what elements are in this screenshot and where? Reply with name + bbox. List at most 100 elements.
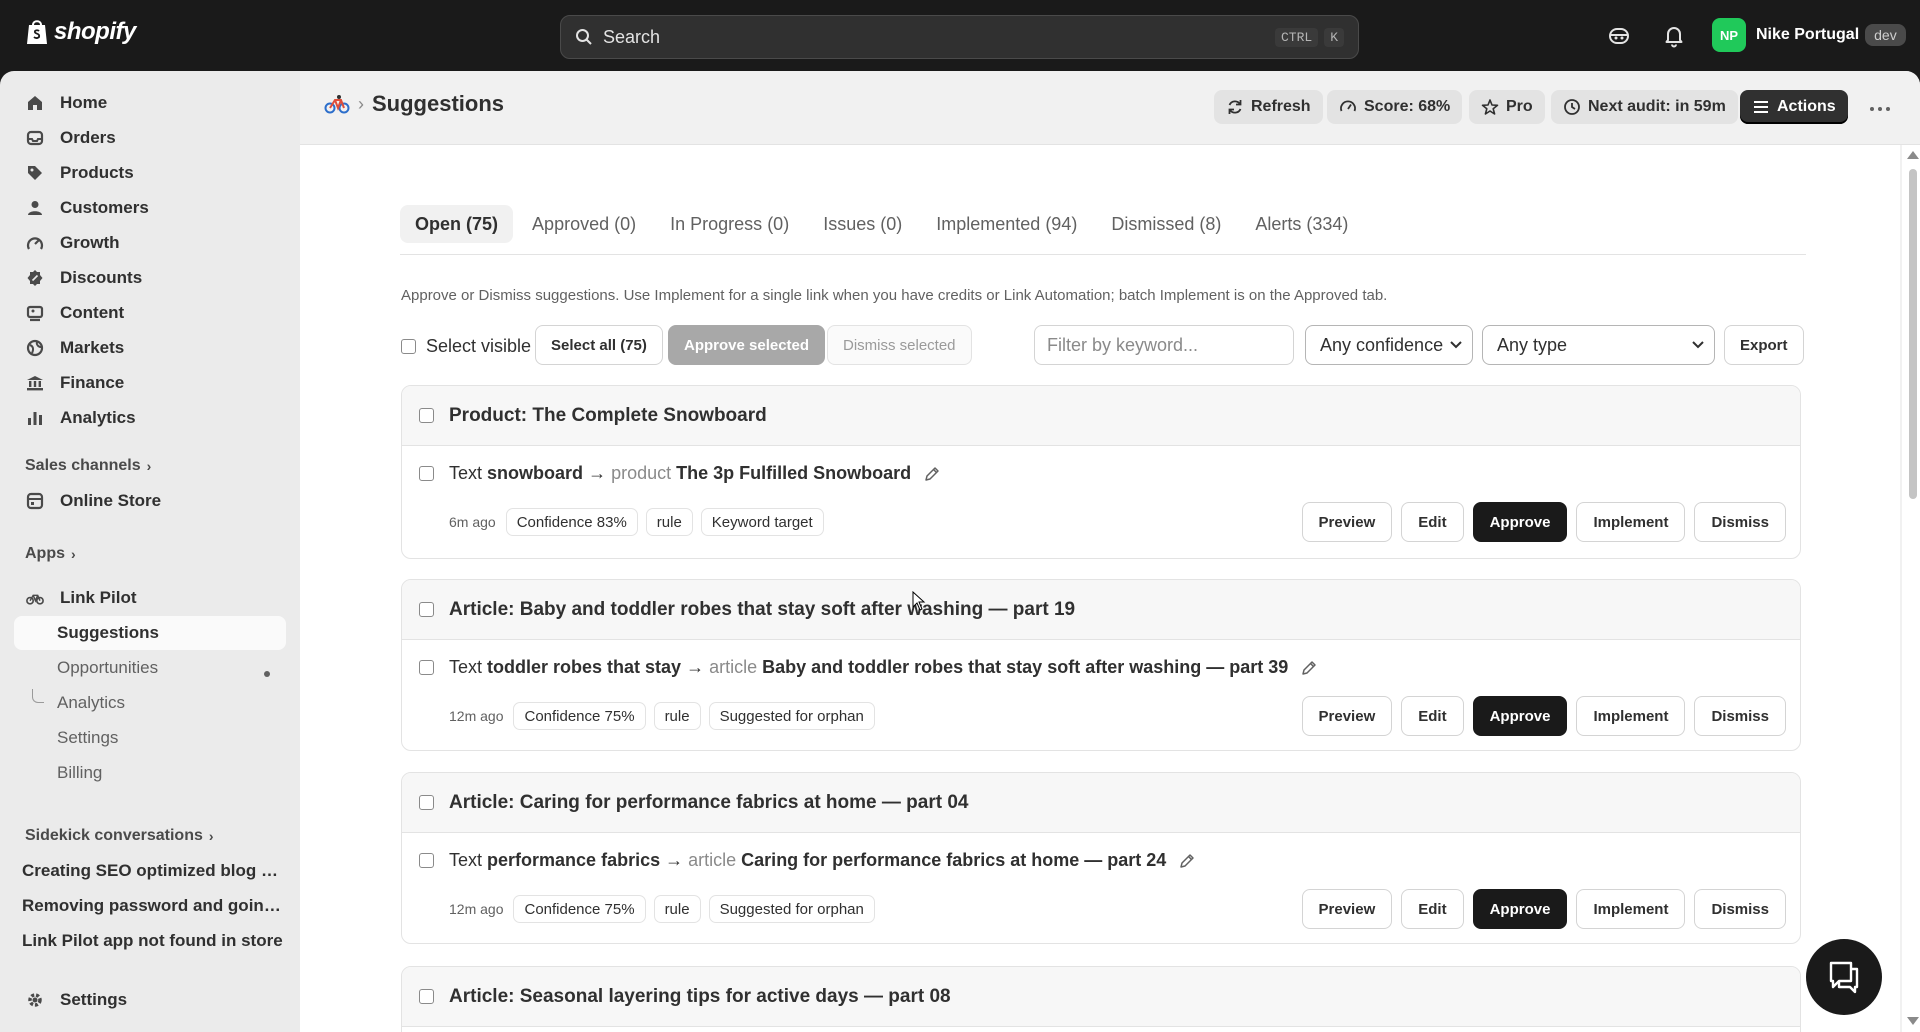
approve-selected-button[interactable]: Approve selected <box>668 325 826 365</box>
sidebar-subitem-analytics[interactable]: Analytics <box>14 686 286 720</box>
bell-icon[interactable] <box>1662 24 1686 48</box>
edit-button[interactable]: Edit <box>1401 696 1464 736</box>
chat-button[interactable] <box>1806 939 1882 1015</box>
scrollbar[interactable] <box>1902 145 1920 1032</box>
pencil-icon[interactable] <box>923 465 941 483</box>
user-menu[interactable]: NP Nike Portugal dev <box>1712 18 1906 52</box>
arrow: → <box>665 850 684 870</box>
sidebar-item-home[interactable]: Home <box>14 86 286 120</box>
target-title[interactable]: Baby and toddler robes that stay soft af… <box>762 657 1288 678</box>
conversation-item[interactable]: Link Pilot app not found in store <box>22 931 284 951</box>
suggestion-description: Text snowboard → product The 3p Fulfille… <box>449 463 941 484</box>
sidebar-item-orders[interactable]: Orders <box>14 121 286 155</box>
conversation-item[interactable]: Removing password and going... <box>22 896 284 916</box>
sidebar-item-growth[interactable]: Growth <box>14 226 286 260</box>
refresh-button[interactable]: Refresh <box>1214 90 1323 124</box>
refresh-label: Refresh <box>1251 98 1311 115</box>
sidebar-subitem-billing[interactable]: Billing <box>14 756 286 790</box>
suggestion-checkbox[interactable] <box>419 660 434 675</box>
conversation-item[interactable]: Creating SEO optimized blog p... <box>22 861 284 881</box>
sidebar-subitem-suggestions[interactable]: Suggestions <box>14 616 286 650</box>
dismiss-button[interactable]: Dismiss <box>1694 502 1786 542</box>
type-select[interactable]: Any type <box>1482 325 1715 365</box>
preview-button[interactable]: Preview <box>1301 696 1393 736</box>
sales-channels-header[interactable]: Sales channels › <box>25 457 151 475</box>
bike-icon <box>26 594 44 605</box>
suggestion-checkbox[interactable] <box>419 853 434 868</box>
scroll-up-arrow[interactable] <box>1907 151 1919 159</box>
sidebar-item-content[interactable]: Content <box>14 296 286 330</box>
next-audit-label: Next audit: in 59m <box>1588 98 1726 115</box>
sidebar-item-analytics[interactable]: Analytics <box>14 401 286 435</box>
keyword-filter-input[interactable] <box>1034 325 1294 365</box>
apps-header[interactable]: Apps › <box>25 545 76 563</box>
target-title[interactable]: The 3p Fulfilled Snowboard <box>676 463 911 484</box>
sidebar-item-settings[interactable]: Settings <box>14 983 286 1017</box>
preview-button[interactable]: Preview <box>1301 889 1393 929</box>
sidebar-item-label: Analytics <box>60 408 136 427</box>
link-pilot-app-icon[interactable] <box>324 93 350 115</box>
pro-button[interactable]: Pro <box>1469 90 1545 124</box>
select-all-button[interactable]: Select all (75) <box>535 325 663 365</box>
tab-implemented[interactable]: Implemented (94) <box>921 205 1092 243</box>
scroll-thumb[interactable] <box>1909 169 1917 499</box>
suggestion-group-card: Article: Baby and toddler robes that sta… <box>401 579 1801 751</box>
group-checkbox[interactable] <box>419 795 434 810</box>
group-checkbox[interactable] <box>419 989 434 1004</box>
sidebar-item-products[interactable]: Products <box>14 156 286 190</box>
confidence-select[interactable]: Any confidence <box>1305 325 1473 365</box>
edit-button[interactable]: Edit <box>1401 502 1464 542</box>
target-title[interactable]: Caring for performance fabrics at home —… <box>741 850 1166 871</box>
tab-approved[interactable]: Approved (0) <box>517 205 651 243</box>
chevron-right-icon: › <box>208 828 214 844</box>
sidebar-item-markets[interactable]: Markets <box>14 331 286 365</box>
group-checkbox[interactable] <box>419 408 434 423</box>
implement-button[interactable]: Implement <box>1576 696 1686 736</box>
sidebar-item-finance[interactable]: Finance <box>14 366 286 400</box>
implement-button[interactable]: Implement <box>1576 889 1686 929</box>
tab-open[interactable]: Open (75) <box>400 205 514 243</box>
tab-dismissed[interactable]: Dismissed (8) <box>1096 205 1236 243</box>
sidekick-conversations-header[interactable]: Sidekick conversations › <box>25 827 214 845</box>
tab-alerts[interactable]: Alerts (334) <box>1240 205 1363 243</box>
sidebar-item-discounts[interactable]: Discounts <box>14 261 286 295</box>
confidence-badge: Confidence 83% <box>505 508 638 536</box>
dismiss-selected-button[interactable]: Dismiss selected <box>827 325 972 365</box>
sidebar-subitem-settings[interactable]: Settings <box>14 721 286 755</box>
tab-label: Open <box>415 213 462 234</box>
pencil-icon[interactable] <box>1300 659 1318 677</box>
method-badge: rule <box>653 702 701 730</box>
edit-button[interactable]: Edit <box>1401 889 1464 929</box>
sidebar-item-customers[interactable]: Customers <box>14 191 286 225</box>
suggestion-group-title: Article: Caring for performance fabrics … <box>449 792 969 813</box>
sidekick-icon[interactable] <box>1607 24 1631 48</box>
dismiss-button[interactable]: Dismiss <box>1694 889 1786 929</box>
tab-in-progress[interactable]: In Progress (0) <box>655 205 804 243</box>
suggestion-checkbox[interactable] <box>419 466 434 481</box>
actions-button[interactable]: Actions <box>1740 90 1848 124</box>
sidebar-item-link-pilot[interactable]: Link Pilot <box>14 581 286 615</box>
page-header: › Suggestions Refresh Score: 68% Pro Nex… <box>300 71 1920 145</box>
more-options-icon[interactable] <box>1870 107 1890 111</box>
search-bar[interactable]: Search CTRL K <box>560 15 1359 59</box>
score-button[interactable]: Score: 68% <box>1327 90 1463 124</box>
dismiss-button[interactable]: Dismiss <box>1694 696 1786 736</box>
sidebar-item-online-store[interactable]: Online Store <box>14 484 286 518</box>
approve-button[interactable]: Approve <box>1472 889 1568 929</box>
scroll-down-arrow[interactable] <box>1907 1017 1919 1025</box>
group-checkbox[interactable] <box>419 602 434 617</box>
preview-button[interactable]: Preview <box>1301 502 1393 542</box>
next-audit-button[interactable]: Next audit: in 59m <box>1551 90 1738 124</box>
approve-button[interactable]: Approve <box>1472 502 1568 542</box>
checkbox[interactable] <box>401 339 416 354</box>
shopify-logo[interactable]: shopify <box>24 18 136 46</box>
search-icon <box>576 29 592 45</box>
sidebar-item-label: Markets <box>60 338 125 357</box>
approve-button[interactable]: Approve <box>1472 696 1568 736</box>
sidebar-subitem-opportunities[interactable]: Opportunities <box>14 651 286 685</box>
pencil-icon[interactable] <box>1178 852 1196 870</box>
implement-button[interactable]: Implement <box>1576 502 1686 542</box>
export-button[interactable]: Export <box>1724 325 1804 365</box>
select-visible-checkbox[interactable]: Select visible <box>401 336 531 357</box>
tab-issues[interactable]: Issues (0) <box>808 205 917 243</box>
